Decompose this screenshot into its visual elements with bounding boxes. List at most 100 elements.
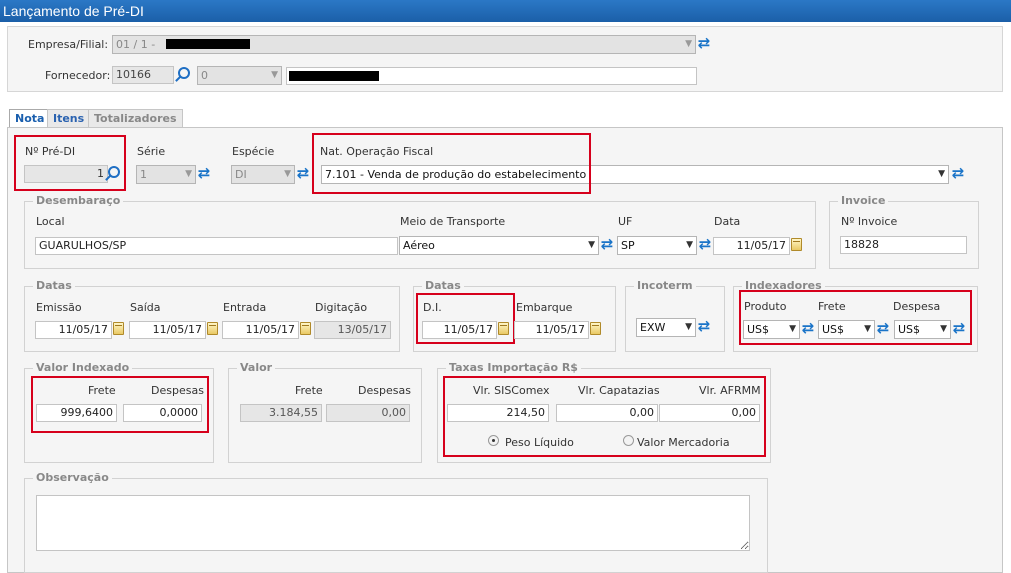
observacao-legend: Observação	[33, 471, 112, 484]
serie-value: 1	[140, 168, 147, 181]
refresh-icon[interactable]: ⇄	[296, 165, 310, 181]
saida-label: Saída	[130, 301, 161, 314]
valor-mercadoria-label: Valor Mercadoria	[637, 436, 730, 449]
valor-mercadoria-radio[interactable]	[623, 435, 634, 446]
calendar-icon[interactable]	[207, 322, 218, 335]
frete-idx-value: US$	[822, 323, 845, 336]
chevron-down-icon: ▼	[789, 324, 796, 334]
refresh-icon[interactable]: ⇄	[951, 165, 965, 181]
refresh-icon[interactable]: ⇄	[197, 165, 211, 181]
refresh-icon[interactable]: ⇄	[952, 320, 966, 336]
chevron-down-icon: ▼	[685, 39, 692, 49]
uf-select[interactable]: SP ▼	[617, 236, 697, 255]
search-icon[interactable]	[178, 67, 190, 79]
afrmm-label: Vlr. AFRMM	[699, 384, 761, 397]
invoice-group: Invoice	[829, 194, 979, 269]
npre-label: Nº Pré-DI	[25, 145, 76, 158]
incoterm-legend: Incoterm	[634, 279, 696, 292]
refresh-icon[interactable]: ⇄	[698, 236, 712, 252]
frete-idx-label: Frete	[818, 300, 846, 313]
calendar-icon[interactable]	[791, 238, 802, 251]
empresa-label: Empresa/Filial:	[28, 38, 109, 51]
valor-despesas-input: 0,00	[326, 404, 410, 422]
frete-idx-select[interactable]: US$ ▼	[818, 320, 875, 339]
fornecedor-label: Fornecedor:	[45, 69, 111, 82]
produto-select[interactable]: US$ ▼	[743, 320, 800, 339]
npre-input[interactable]: 1	[24, 165, 108, 183]
valor-despesas-label: Despesas	[358, 384, 411, 397]
datas2-group: Datas	[413, 279, 616, 352]
saida-input[interactable]: 11/05/17	[129, 321, 206, 339]
refresh-icon[interactable]: ⇄	[697, 35, 711, 51]
calendar-icon[interactable]	[300, 322, 311, 335]
calendar-icon[interactable]	[498, 322, 509, 335]
calendar-icon[interactable]	[590, 322, 601, 335]
observacao-textarea[interactable]	[36, 495, 750, 551]
emissao-input[interactable]: 11/05/17	[35, 321, 112, 339]
embarque-input[interactable]: 11/05/17	[514, 321, 589, 339]
local-label: Local	[36, 215, 65, 228]
refresh-icon[interactable]: ⇄	[697, 318, 711, 334]
natop-value: 7.101 - Venda de produção do estabelecim…	[325, 168, 587, 181]
calendar-icon[interactable]	[113, 322, 124, 335]
chevron-down-icon: ▼	[588, 240, 595, 250]
natop-select[interactable]: 7.101 - Venda de produção do estabelecim…	[321, 165, 949, 184]
invoice-num-input[interactable]: 18828	[840, 236, 967, 254]
refresh-icon[interactable]: ⇄	[600, 236, 614, 252]
chevron-down-icon: ▼	[940, 324, 947, 334]
siscomex-input[interactable]: 214,50	[447, 404, 549, 422]
chevron-down-icon: ▼	[185, 169, 192, 179]
capatazias-input[interactable]: 0,00	[556, 404, 658, 422]
refresh-icon[interactable]: ⇄	[876, 320, 890, 336]
especie-select[interactable]: DI ▼	[231, 165, 295, 184]
incoterm-select[interactable]: EXW ▼	[636, 318, 696, 337]
refresh-icon[interactable]: ⇄	[801, 320, 815, 336]
embarque-label: Embarque	[516, 301, 573, 314]
vi-frete-label: Frete	[88, 384, 116, 397]
chevron-down-icon: ▼	[864, 324, 871, 334]
local-input[interactable]: GUARULHOS/SP	[35, 237, 398, 255]
di-label: D.I.	[423, 301, 442, 314]
tab-itens[interactable]: Itens	[47, 109, 91, 127]
redacted-block	[166, 39, 250, 49]
empresa-value: 01 / 1 -	[116, 38, 156, 51]
serie-select[interactable]: 1 ▼	[136, 165, 196, 184]
uf-label: UF	[618, 215, 633, 228]
chevron-down-icon: ▼	[271, 70, 278, 80]
fornecedor-select-value: 0	[201, 69, 208, 82]
taxas-legend: Taxas Importação R$	[446, 361, 581, 374]
vi-despesas-input[interactable]: 0,0000	[123, 404, 202, 422]
di-input[interactable]: 11/05/17	[422, 321, 497, 339]
produto-label: Produto	[744, 300, 787, 313]
digitacao-input: 13/05/17	[314, 321, 391, 339]
meio-label: Meio de Transporte	[400, 215, 506, 228]
meio-select[interactable]: Aéreo ▼	[399, 236, 599, 255]
natop-label: Nat. Operação Fiscal	[320, 145, 434, 158]
valor-indexado-legend: Valor Indexado	[33, 361, 133, 374]
valor-frete-input: 3.184,55	[240, 404, 322, 422]
fornecedor-code-input[interactable]: 10166	[112, 66, 174, 84]
peso-liquido-radio[interactable]	[488, 435, 499, 446]
afrmm-input[interactable]: 0,00	[659, 404, 760, 422]
invoice-num-label: Nº Invoice	[841, 215, 898, 228]
data-input[interactable]: 11/05/17	[713, 237, 790, 255]
digitacao-label: Digitação	[315, 301, 368, 314]
despesa-idx-label: Despesa	[893, 300, 941, 313]
chevron-down-icon: ▼	[686, 240, 693, 250]
incoterm-value: EXW	[640, 321, 666, 334]
invoice-legend: Invoice	[838, 194, 889, 207]
search-icon[interactable]	[108, 166, 120, 178]
serie-label: Série	[137, 145, 166, 158]
fornecedor-select[interactable]: 0 ▼	[197, 66, 282, 85]
vi-frete-input[interactable]: 999,6400	[36, 404, 117, 422]
valor-frete-label: Frete	[295, 384, 323, 397]
especie-value: DI	[235, 168, 247, 181]
despesa-idx-select[interactable]: US$ ▼	[894, 320, 951, 339]
indexadores-legend: Indexadores	[742, 279, 825, 292]
siscomex-label: Vlr. SISComex	[473, 384, 550, 397]
entrada-input[interactable]: 11/05/17	[222, 321, 299, 339]
valor-legend: Valor	[237, 361, 276, 374]
tab-totalizadores[interactable]: Totalizadores	[88, 109, 183, 127]
window-title: Lançamento de Pré-DI	[0, 0, 1011, 22]
tab-nota[interactable]: Nota	[9, 109, 51, 128]
